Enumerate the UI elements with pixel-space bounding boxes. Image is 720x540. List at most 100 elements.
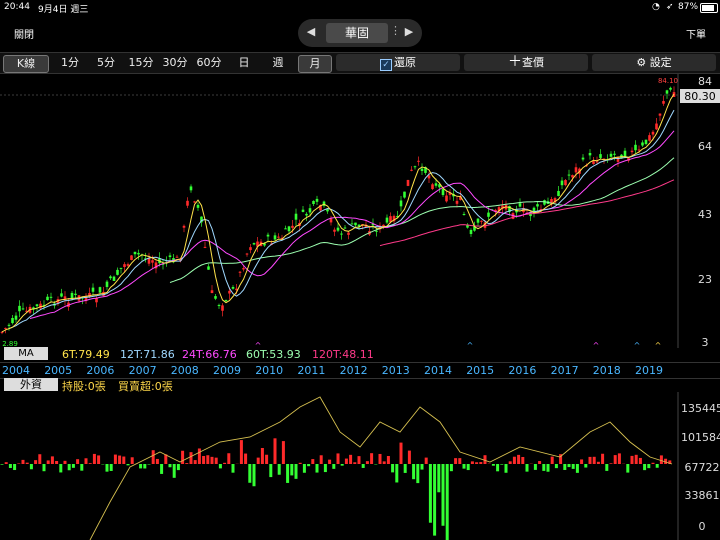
candle-body	[193, 201, 196, 203]
net-buy-bar	[286, 464, 290, 483]
candle-body	[658, 113, 662, 116]
net-buy-bar	[71, 464, 75, 468]
candle-body	[133, 251, 137, 255]
candle-body	[74, 293, 77, 295]
candle-body	[130, 255, 133, 261]
interval-30min[interactable]: 30分	[160, 55, 190, 71]
ma6-value: 6T:79.49	[62, 348, 110, 361]
interval-5min[interactable]: 5分	[92, 55, 120, 71]
candle-body	[175, 256, 179, 258]
net-buy-bar	[84, 458, 88, 464]
candle-body	[434, 183, 438, 186]
price-chart[interactable]: 84 64 43 23 3 80.30 84.10 2.89 ^ ^ ^ ^ ^	[0, 74, 720, 348]
candle-body	[189, 186, 193, 191]
max-price-label: 84.10	[658, 77, 678, 85]
net-buy-bar	[67, 464, 71, 471]
interval-1min[interactable]: 1分	[56, 55, 84, 71]
candle-body	[564, 180, 567, 186]
candle-body	[60, 293, 63, 297]
net-buy-bar	[50, 456, 54, 464]
year-label: 2005	[44, 364, 73, 377]
candle-body	[329, 218, 333, 223]
interval-day[interactable]: 日	[232, 55, 256, 71]
net-buy-bar	[265, 454, 269, 464]
net-buy-bar	[344, 458, 348, 464]
interval-week[interactable]: 週	[266, 55, 290, 71]
kline-button[interactable]: K線	[3, 55, 49, 73]
candle-body	[417, 160, 420, 162]
net-buy-bar	[76, 459, 80, 464]
net-buy-bar	[239, 440, 243, 464]
price-tick-3: 23	[698, 273, 712, 286]
interval-15min[interactable]: 15分	[126, 55, 156, 71]
candle-body	[641, 142, 644, 146]
net-buy-bar	[214, 457, 218, 464]
stock-menu-icon[interactable]: ⋮	[390, 24, 401, 37]
candle-body	[343, 227, 347, 229]
net-buy-bar	[458, 458, 462, 464]
year-label: 2011	[297, 364, 326, 377]
candle-body	[21, 308, 25, 310]
order-button[interactable]: 下單	[686, 26, 706, 41]
ma-label[interactable]: MA	[4, 347, 48, 360]
candle-body	[203, 246, 207, 248]
quote-button[interactable]: ＋查價	[464, 54, 588, 71]
net-buy-bar	[113, 454, 117, 464]
net-buy-bar	[21, 459, 25, 464]
net-buy-bar	[609, 463, 613, 464]
candle-body	[462, 213, 466, 215]
foreign-axis-3: 33861	[685, 489, 720, 502]
candle-body	[186, 200, 189, 206]
stock-name[interactable]: 華固	[326, 23, 388, 43]
candle-body	[634, 144, 637, 151]
candle-body	[11, 317, 14, 324]
net-buy-bar	[97, 455, 101, 464]
candle-body	[375, 230, 378, 232]
net-buy-bar	[605, 464, 609, 471]
candle-body	[403, 191, 406, 198]
year-label: 2010	[255, 364, 284, 377]
net-buy-bar	[546, 464, 550, 472]
candle-body	[413, 166, 417, 168]
net-buy-bar	[63, 460, 67, 464]
net-buy-bar	[370, 453, 374, 464]
candle-body	[301, 209, 305, 212]
prev-stock-button[interactable]: ◀	[304, 25, 318, 38]
settings-button[interactable]: ⚙ 設定	[592, 54, 716, 71]
net-buy-bar	[269, 464, 273, 478]
candle-body	[574, 167, 578, 173]
ma12-value: 12T:71.86	[120, 348, 175, 361]
candle-body	[98, 287, 102, 293]
current-price: 80.30	[684, 90, 716, 103]
net-buy-bar	[126, 464, 130, 466]
gear-icon: ⚙	[636, 56, 647, 69]
close-button[interactable]: 關閉	[14, 26, 34, 41]
price-tick-0: 84	[698, 75, 712, 88]
foreign-axis-1: 101584	[681, 431, 720, 444]
net-buy-bar	[311, 459, 315, 464]
candle-body	[221, 305, 224, 311]
foreign-investor-label[interactable]: 外資	[4, 378, 58, 391]
candle-body	[217, 304, 221, 306]
net-buy-bar	[185, 463, 189, 464]
interval-60min[interactable]: 60分	[194, 55, 224, 71]
interval-month[interactable]: 月	[298, 55, 332, 73]
candle-body	[630, 150, 634, 153]
foreign-investor-chart[interactable]: 135445 101584 67722 33861 0	[0, 392, 720, 540]
net-buy-bar	[0, 464, 4, 465]
signal-marker: ^	[467, 341, 474, 348]
restore-label: 還原	[394, 56, 416, 69]
net-buy-bar	[496, 464, 500, 472]
candle-body	[284, 228, 287, 230]
candle-body	[354, 222, 357, 226]
next-stock-button[interactable]: ▶	[402, 25, 416, 38]
price-tick-4: 3	[702, 336, 709, 348]
net-buy-bar	[588, 456, 592, 464]
restore-button[interactable]: ✓ 還原	[336, 54, 460, 71]
net-buy-bar	[563, 464, 567, 470]
candle-body	[305, 213, 308, 216]
net-buy-bar	[4, 462, 8, 464]
net-buy-bar	[424, 457, 428, 464]
foreign-axis-4: 0	[699, 520, 706, 533]
candle-body	[119, 267, 123, 269]
